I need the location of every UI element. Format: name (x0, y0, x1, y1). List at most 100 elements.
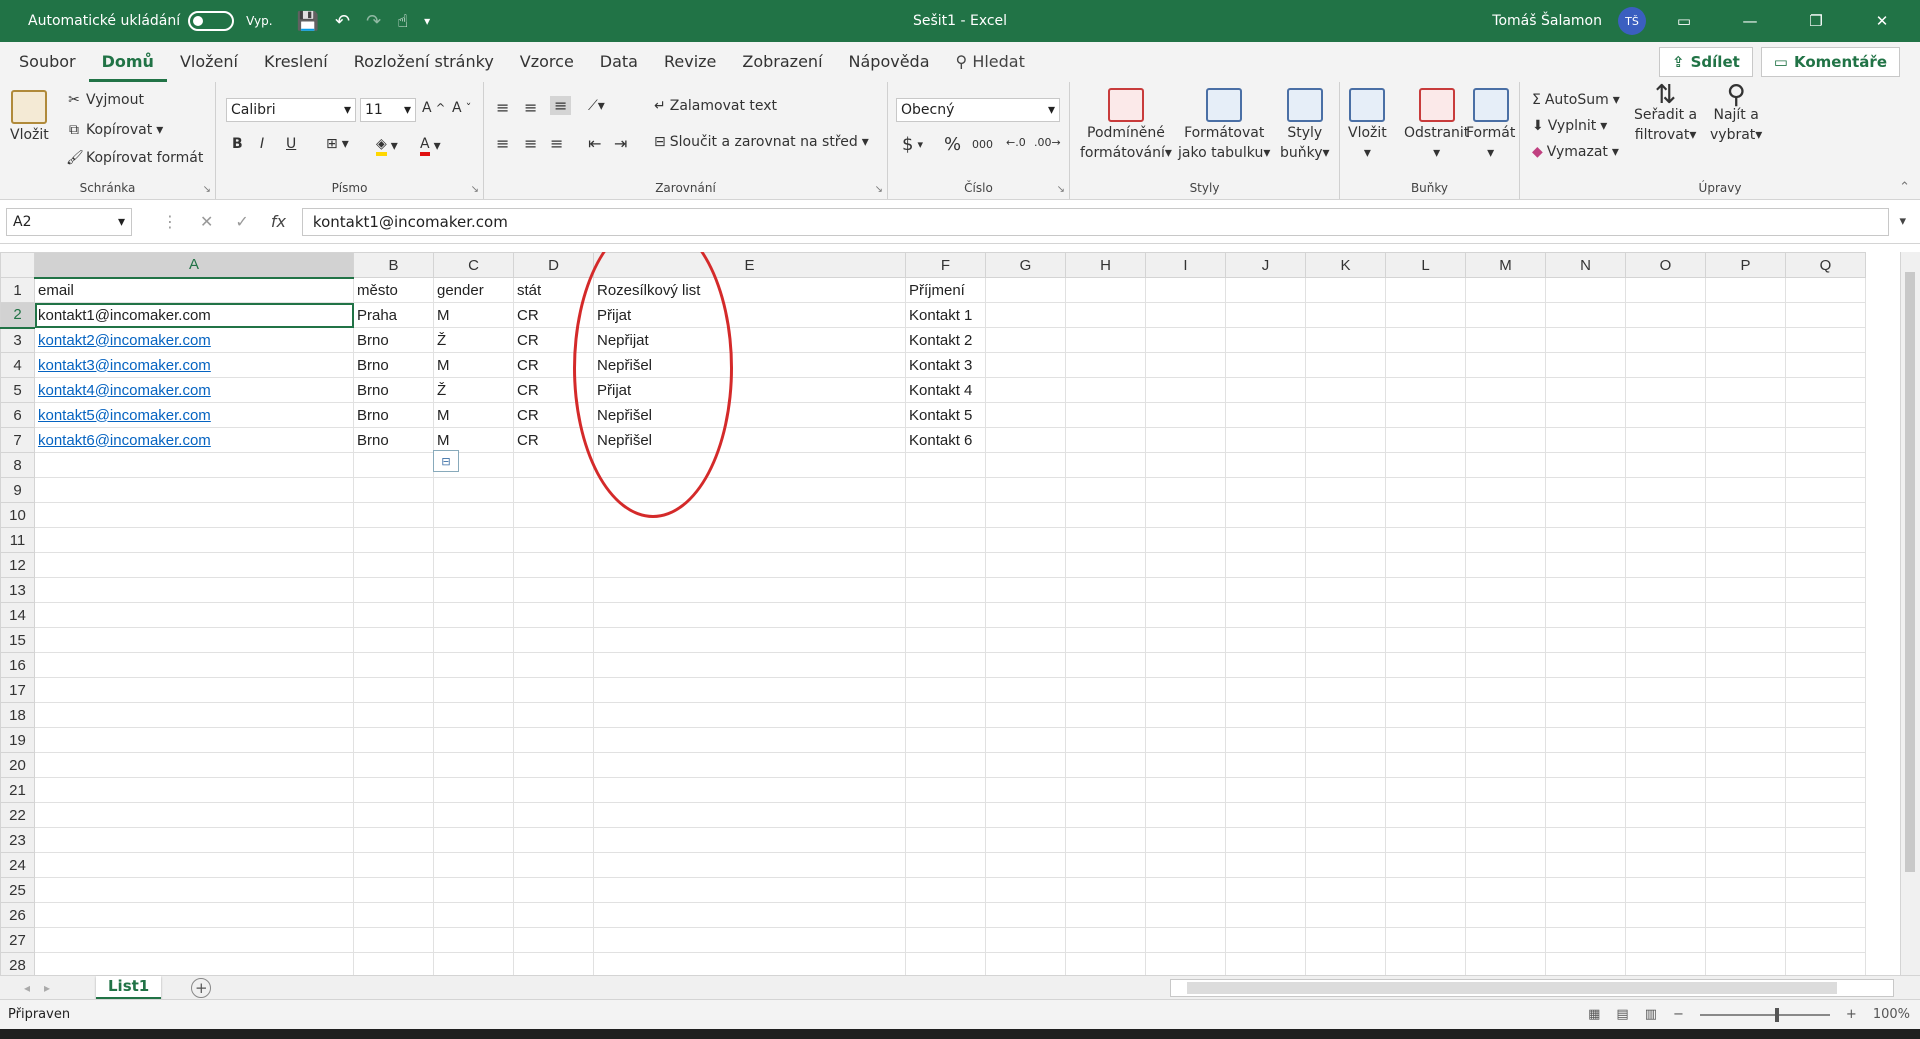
row-header[interactable]: 22 (0, 802, 35, 828)
cell[interactable] (1785, 377, 1866, 403)
cell[interactable] (1705, 777, 1786, 803)
cell[interactable] (353, 577, 434, 603)
cell[interactable] (985, 552, 1066, 578)
cell[interactable] (1625, 927, 1706, 953)
cell[interactable] (1225, 527, 1306, 553)
cell[interactable] (1705, 327, 1786, 353)
cell[interactable] (1625, 652, 1706, 678)
cell[interactable] (1705, 827, 1786, 853)
cell[interactable] (34, 727, 354, 753)
cell[interactable] (905, 477, 986, 503)
cell[interactable] (1625, 702, 1706, 728)
cell-styles-button[interactable]: Styly buňky▾ (1280, 88, 1330, 162)
cell[interactable] (1385, 577, 1466, 603)
cell[interactable] (1465, 727, 1546, 753)
cell[interactable] (1145, 552, 1226, 578)
cell[interactable] (1385, 877, 1466, 903)
column-header[interactable]: I (1145, 252, 1226, 278)
cell[interactable] (353, 952, 434, 975)
cell[interactable] (513, 877, 594, 903)
cell[interactable] (1545, 752, 1626, 778)
column-header[interactable]: Q (1785, 252, 1866, 278)
cell[interactable] (513, 577, 594, 603)
cell[interactable] (353, 827, 434, 853)
cell[interactable] (1545, 902, 1626, 928)
cell[interactable] (1225, 652, 1306, 678)
cell[interactable] (1705, 902, 1786, 928)
cell[interactable] (34, 902, 354, 928)
save-icon[interactable]: 💾 (297, 11, 319, 32)
cell[interactable] (1305, 702, 1386, 728)
cell[interactable] (1065, 502, 1146, 528)
cell[interactable]: Kontakt 6 (905, 427, 986, 453)
cell[interactable] (985, 727, 1066, 753)
cell[interactable] (593, 677, 906, 703)
cell[interactable] (1225, 502, 1306, 528)
cell[interactable] (1705, 427, 1786, 453)
column-header[interactable]: F (905, 252, 986, 278)
cell[interactable] (593, 777, 906, 803)
row-header[interactable]: 7 (0, 427, 35, 453)
column-header[interactable]: D (513, 252, 594, 278)
cell[interactable] (1545, 302, 1626, 328)
avatar[interactable]: TŠ (1618, 7, 1646, 35)
cell[interactable] (353, 777, 434, 803)
page-break-view-icon[interactable]: ▥ (1645, 1007, 1657, 1022)
cell[interactable] (513, 952, 594, 975)
cell[interactable] (1305, 352, 1386, 378)
cell[interactable] (353, 527, 434, 553)
cell[interactable] (1705, 527, 1786, 553)
column-header[interactable]: H (1065, 252, 1146, 278)
cell[interactable] (1785, 452, 1866, 478)
cell[interactable] (1705, 277, 1786, 303)
cell[interactable] (433, 552, 514, 578)
cell[interactable]: email (34, 277, 354, 303)
row-header[interactable]: 15 (0, 627, 35, 653)
cell[interactable] (1705, 927, 1786, 953)
cell[interactable] (1305, 427, 1386, 453)
cell[interactable] (1465, 527, 1546, 553)
cell[interactable] (1225, 577, 1306, 603)
decrease-decimal-icon[interactable]: .00→ (1034, 136, 1061, 149)
cell[interactable] (1465, 927, 1546, 953)
cell[interactable] (905, 852, 986, 878)
currency-icon[interactable]: $ ▾ (902, 134, 923, 155)
cell[interactable] (513, 902, 594, 928)
tab-review[interactable]: Revize (651, 42, 729, 82)
cell[interactable] (1705, 602, 1786, 628)
fill-button[interactable]: ⬇ Vyplnit ▾ (1532, 118, 1607, 134)
cell[interactable] (1305, 602, 1386, 628)
column-header[interactable]: P (1705, 252, 1786, 278)
cell[interactable]: kontakt2@incomaker.com (34, 327, 354, 353)
cell[interactable] (433, 677, 514, 703)
cell[interactable] (1465, 602, 1546, 628)
undo-icon[interactable]: ↶ (335, 11, 350, 32)
row-header[interactable]: 21 (0, 777, 35, 803)
cell[interactable] (1385, 527, 1466, 553)
cell[interactable] (433, 527, 514, 553)
cell[interactable] (513, 752, 594, 778)
cell[interactable] (1065, 352, 1146, 378)
column-header[interactable]: C (433, 252, 514, 278)
cell[interactable] (1225, 802, 1306, 828)
cell[interactable] (905, 527, 986, 553)
cell[interactable] (433, 602, 514, 628)
format-cells-button[interactable]: Formát ▾ (1466, 88, 1515, 162)
cell[interactable]: M (433, 302, 514, 328)
cell[interactable] (905, 552, 986, 578)
cell[interactable]: Brno (353, 377, 434, 403)
cell[interactable] (985, 902, 1066, 928)
dialog-launcher-icon[interactable]: ↘ (875, 184, 883, 195)
user-name[interactable]: Tomáš Šalamon (1492, 13, 1602, 29)
cell[interactable] (1305, 727, 1386, 753)
cell[interactable] (513, 552, 594, 578)
ribbon-display-icon[interactable]: ▭ (1656, 0, 1712, 42)
cell[interactable] (1785, 677, 1866, 703)
cell[interactable]: kontakt3@incomaker.com (34, 352, 354, 378)
cell[interactable] (1785, 477, 1866, 503)
cell[interactable] (1305, 802, 1386, 828)
cell[interactable] (593, 802, 906, 828)
format-as-table-button[interactable]: Formátovat jako tabulku▾ (1178, 88, 1270, 162)
cell[interactable]: CR (513, 427, 594, 453)
cell[interactable] (513, 527, 594, 553)
